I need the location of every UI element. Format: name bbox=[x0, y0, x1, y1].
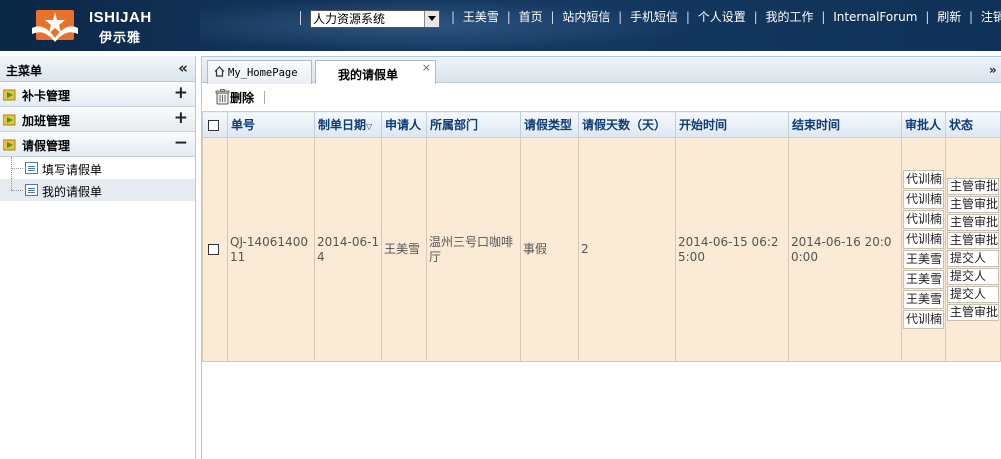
tab-label: My_HomePage bbox=[228, 67, 298, 79]
sidebar-header: 主菜单 « bbox=[0, 56, 195, 82]
column-header-applicant[interactable]: 申请人 bbox=[381, 111, 427, 138]
toolbar: 删除 bbox=[201, 84, 1001, 110]
cell-order-no: QJ-1406140011 bbox=[227, 137, 315, 362]
cell-end-time: 2014-06-16 20:00:00 bbox=[788, 137, 902, 362]
sidebar: 主菜单 « 补卡管理 + 加班管理 + 请假管理 − 填写请假单 我的请假单 bbox=[0, 56, 196, 459]
column-header-department[interactable]: 所属部门 bbox=[426, 111, 521, 138]
approver-entry: 代训楠 bbox=[903, 309, 944, 329]
sidebar-item-my-leave-forms[interactable]: 我的请假单 bbox=[0, 179, 195, 201]
collapse-icon[interactable]: − bbox=[174, 133, 188, 153]
home-icon bbox=[214, 66, 225, 77]
column-header-end-time[interactable]: 结束时间 bbox=[788, 111, 902, 138]
nav-sms-link[interactable]: 手机短信 bbox=[630, 10, 678, 24]
cell-applicant: 王美雪 bbox=[381, 137, 427, 362]
leave-forms-table: 单号 制单日期▽ 申请人 所属部门 请假类型 请假天数（天） 开始时间 结束时间… bbox=[201, 111, 1001, 459]
status-entry: 提交人 bbox=[947, 249, 999, 267]
approver-list: 代训楠 代训楠 代训楠 代训楠 王美雪 王美雪 王美雪 代训楠 bbox=[903, 169, 944, 329]
system-select[interactable]: 人力资源系统 bbox=[310, 10, 440, 28]
collapse-sidebar-icon[interactable]: « bbox=[178, 59, 188, 77]
toolbar-divider bbox=[264, 91, 265, 104]
column-header-days[interactable]: 请假天数（天） bbox=[578, 111, 676, 138]
system-select-value: 人力资源系统 bbox=[313, 12, 386, 26]
approver-entry: 王美雪 bbox=[903, 289, 944, 309]
status-entry: 主管审批 bbox=[947, 303, 999, 321]
select-all-checkbox[interactable] bbox=[208, 119, 219, 131]
brand-name-en: ISHIJAH bbox=[89, 9, 152, 26]
nav-personal-settings-link[interactable]: 个人设置 bbox=[698, 10, 746, 24]
menu-group-label: 加班管理 bbox=[22, 114, 71, 128]
nav-refresh-link[interactable]: 刷新 bbox=[937, 10, 961, 24]
menu-group-overtime[interactable]: 加班管理 + bbox=[0, 107, 195, 132]
form-icon bbox=[25, 184, 38, 196]
status-list: 主管审批 主管审批 主管审批 主管审批 提交人 提交人 提交人 主管审批 bbox=[947, 177, 999, 321]
status-entry: 主管审批 bbox=[947, 213, 999, 231]
nav-forum-link[interactable]: InternalForum bbox=[833, 10, 917, 24]
sidebar-title: 主菜单 bbox=[6, 64, 43, 78]
approver-entry: 代训楠 bbox=[903, 209, 944, 229]
tab-scroll-icon[interactable]: » bbox=[989, 60, 1001, 80]
expand-icon[interactable]: + bbox=[174, 108, 188, 128]
form-icon bbox=[25, 162, 38, 174]
status-entry: 提交人 bbox=[947, 285, 999, 303]
cell-start-time: 2014-06-15 06:25:00 bbox=[675, 137, 789, 362]
column-header-order-no[interactable]: 单号 bbox=[227, 111, 315, 138]
row-select-cell bbox=[202, 137, 228, 362]
approver-entry: 王美雪 bbox=[903, 249, 944, 269]
close-icon[interactable]: × bbox=[422, 61, 431, 74]
column-header-leave-type[interactable]: 请假类型 bbox=[520, 111, 579, 138]
column-header-approver[interactable]: 审批人 bbox=[901, 111, 946, 138]
sidebar-item-label: 填写请假单 bbox=[42, 163, 103, 177]
approver-entry: 代训楠 bbox=[903, 229, 944, 249]
menu-group-punch-card[interactable]: 补卡管理 + bbox=[0, 82, 195, 107]
nav-home-link[interactable]: 首页 bbox=[519, 10, 543, 24]
nav-my-work-link[interactable]: 我的工作 bbox=[765, 10, 813, 24]
sidebar-item-fill-leave-form[interactable]: 填写请假单 bbox=[0, 157, 195, 179]
header-divider bbox=[300, 11, 301, 25]
column-header-status[interactable]: 状态 bbox=[945, 111, 1001, 138]
nav-logout-link[interactable]: 注销 bbox=[981, 10, 1001, 24]
trash-icon bbox=[215, 89, 230, 105]
sidebar-item-label: 我的请假单 bbox=[42, 185, 103, 199]
row-checkbox[interactable] bbox=[208, 244, 219, 255]
menu-group-label: 补卡管理 bbox=[22, 89, 71, 103]
column-header-start-time[interactable]: 开始时间 bbox=[675, 111, 789, 138]
table-row[interactable]: QJ-1406140011 2014-06-14 王美雪 温州三号口咖啡厅 事假… bbox=[202, 137, 1001, 362]
nav-user-name[interactable]: 王美雪 bbox=[463, 10, 499, 24]
tab-my-leave-forms[interactable]: 我的请假单 × bbox=[315, 60, 436, 85]
chevron-down-icon[interactable] bbox=[424, 11, 439, 27]
menu-group-leave[interactable]: 请假管理 − bbox=[0, 132, 195, 157]
delete-label: 删除 bbox=[230, 91, 255, 105]
table-header-row: 单号 制单日期▽ 申请人 所属部门 请假类型 请假天数（天） 开始时间 结束时间… bbox=[202, 111, 1001, 138]
brand-name-cn: 伊示雅 bbox=[99, 31, 142, 46]
approver-entry: 王美雪 bbox=[903, 269, 944, 289]
status-entry: 主管审批 bbox=[947, 177, 999, 195]
select-all-header bbox=[202, 111, 228, 138]
approver-entry: 代训楠 bbox=[903, 189, 944, 209]
sort-down-icon: ▽ bbox=[366, 122, 373, 131]
cell-statuses: 主管审批 主管审批 主管审批 主管审批 提交人 提交人 提交人 主管审批 bbox=[945, 137, 1001, 362]
ishijah-logo-icon bbox=[32, 10, 78, 42]
cell-leave-type: 事假 bbox=[520, 137, 579, 362]
cell-created-date: 2014-06-14 bbox=[314, 137, 382, 362]
status-entry: 提交人 bbox=[947, 267, 999, 285]
arrow-folder-icon bbox=[3, 89, 16, 101]
status-entry: 主管审批 bbox=[947, 195, 999, 213]
approver-entry: 代训楠 bbox=[903, 169, 944, 189]
nav-internal-message-link[interactable]: 站内短信 bbox=[562, 10, 610, 24]
tab-bar: My_HomePage 我的请假单 × » bbox=[201, 56, 1001, 85]
column-header-created-date[interactable]: 制单日期▽ bbox=[314, 111, 382, 138]
arrow-folder-icon bbox=[3, 114, 16, 126]
top-header: ISHIJAH 伊示雅 人力资源系统 | 王美雪 | 首页 | 站内短信 | 手… bbox=[0, 0, 1001, 51]
tab-label: 我的请假单 bbox=[338, 68, 399, 82]
cell-days: 2 bbox=[578, 137, 676, 362]
cell-approvers: 代训楠 代训楠 代训楠 代训楠 王美雪 王美雪 王美雪 代训楠 bbox=[901, 137, 946, 362]
cell-department: 温州三号口咖啡厅 bbox=[426, 137, 521, 362]
expand-icon[interactable]: + bbox=[174, 83, 188, 103]
tab-home[interactable]: My_HomePage bbox=[207, 60, 312, 84]
status-entry: 主管审批 bbox=[947, 231, 999, 249]
arrow-folder-icon bbox=[3, 139, 16, 151]
top-nav: | 王美雪 | 首页 | 站内短信 | 手机短信 | 个人设置 | 我的工作 |… bbox=[447, 8, 1001, 25]
menu-group-label: 请假管理 bbox=[22, 139, 71, 153]
